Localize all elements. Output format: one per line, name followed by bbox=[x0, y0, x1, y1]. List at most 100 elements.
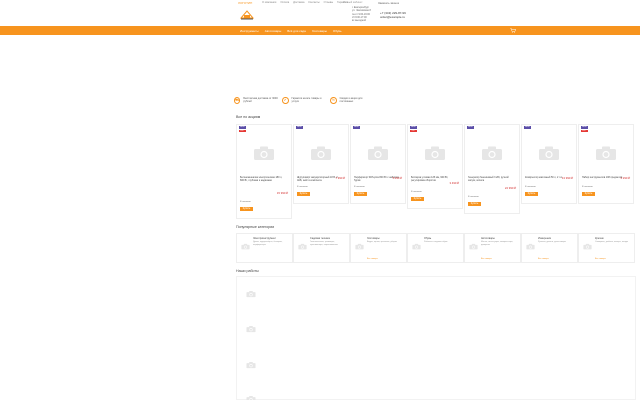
nav-item[interactable]: Хозтовары bbox=[312, 29, 327, 33]
product-image[interactable] bbox=[367, 145, 389, 161]
email-link[interactable]: order@example.ru bbox=[380, 15, 406, 20]
product-card[interactable]: NEW -5% Бетономешалка электрическая 180 л,… bbox=[236, 124, 292, 219]
logo-small-text[interactable]: ЛОГОТИП bbox=[238, 1, 252, 5]
category-image bbox=[526, 243, 535, 250]
feature-item: ✔ Гарантия на все товары и услуги bbox=[282, 95, 326, 105]
top-link[interactable]: Отзывы bbox=[324, 1, 334, 4]
product-image[interactable] bbox=[595, 145, 617, 161]
top-links: О компании Оплата Доставка Контакты Отзы… bbox=[262, 1, 348, 4]
feature-text: Скидки и акции для постоянных bbox=[339, 97, 363, 103]
buy-button[interactable]: Купить bbox=[468, 202, 481, 206]
category-title[interactable]: Электроинструмент bbox=[253, 237, 276, 240]
new-badge: NEW bbox=[410, 126, 417, 129]
product-name[interactable]: Генератор бензиновый 3 кВт, ручной запус… bbox=[468, 176, 513, 183]
product-name[interactable]: Бетономешалка электрическая 180 л, 800 В… bbox=[240, 176, 285, 183]
category-more-link[interactable]: Все товары bbox=[367, 258, 378, 260]
feature-item: % Скидки и акции для постоянных bbox=[330, 95, 374, 105]
nav-item[interactable]: Автотовары bbox=[265, 29, 282, 33]
logo-icon[interactable] bbox=[240, 9, 254, 20]
product-card[interactable]: NEW Генератор бензиновый 3 кВт, ручной за… bbox=[464, 124, 520, 214]
category-title[interactable]: Садовая техника bbox=[310, 237, 330, 240]
product-price: 15 990 ₽ bbox=[276, 191, 288, 195]
badges: NEW -9% bbox=[581, 126, 588, 133]
nav-item[interactable]: Обувь bbox=[333, 29, 342, 33]
cabinet-link[interactable]: Личный кабинет bbox=[343, 1, 363, 4]
product-list: NEW -5% Бетономешалка электрическая 180 л,… bbox=[236, 124, 634, 219]
buy-button[interactable]: Купить bbox=[411, 197, 424, 201]
category-title[interactable]: Измерения bbox=[538, 237, 551, 240]
category-card[interactable]: Хозтовары Ведра, щетки, хранение, уборка В… bbox=[350, 233, 407, 263]
category-subitems[interactable]: Газонокосилки, триммеры, культиваторы, о… bbox=[310, 241, 348, 246]
sale-badge: -7% bbox=[410, 129, 417, 133]
category-title[interactable]: Крепеж bbox=[595, 237, 604, 240]
product-card[interactable]: NEW Компрессор масляный 50 л, 2 л.с. 13 99… bbox=[521, 124, 577, 204]
nav-item[interactable]: Инструменты bbox=[240, 29, 259, 33]
category-subitems[interactable]: Рабочая и садовая обувь bbox=[424, 241, 462, 244]
badges: NEW bbox=[524, 126, 531, 129]
product-card[interactable]: NEW Шуруповёрт аккумуляторный 18 В, 2 АКБ… bbox=[293, 124, 349, 204]
category-subitems[interactable]: Рулетки, уровни, дальномеры bbox=[538, 241, 576, 244]
category-title[interactable]: Автотовары bbox=[481, 237, 495, 240]
work-photo[interactable] bbox=[246, 395, 256, 400]
buy-button[interactable]: Купить bbox=[354, 192, 367, 196]
category-title[interactable]: Хозтовары bbox=[367, 237, 380, 240]
category-card[interactable]: Обувь Рабочая и садовая обувь bbox=[407, 233, 464, 263]
category-card[interactable]: Крепеж Саморезы, дюбели, анкеры, гвозди Вс… bbox=[578, 233, 635, 263]
header: ЛОГОТИП О компании Оплата Доставка Конта… bbox=[0, 0, 640, 26]
category-card[interactable]: Автотовары Масла, аксессуары, компрессоры… bbox=[464, 233, 521, 263]
category-title[interactable]: Обувь bbox=[424, 237, 431, 240]
product-image[interactable] bbox=[481, 145, 503, 161]
sale-badge: -5% bbox=[239, 129, 246, 133]
product-price: 3 490 ₽ bbox=[449, 181, 459, 185]
product-image[interactable] bbox=[424, 145, 446, 161]
product-image[interactable] bbox=[538, 145, 560, 161]
badges: NEW -7% bbox=[410, 126, 417, 133]
top-link[interactable]: Оплата bbox=[280, 1, 289, 4]
buy-button[interactable]: Купить bbox=[582, 192, 595, 196]
product-card[interactable]: NEW Перфоратор SDS-plus 800 Вт с набором … bbox=[350, 124, 406, 204]
nav-item[interactable]: Всё для сада bbox=[287, 29, 306, 33]
new-badge: NEW bbox=[524, 126, 531, 129]
badges: NEW bbox=[353, 126, 360, 129]
category-card[interactable]: Измерения Рулетки, уровни, дальномеры Все … bbox=[521, 233, 578, 263]
availability-text: В наличии bbox=[411, 191, 422, 193]
category-more-link[interactable]: Все товары bbox=[481, 258, 492, 260]
work-photo[interactable] bbox=[246, 325, 256, 333]
category-subitems[interactable]: Ведра, щетки, хранение, уборка bbox=[367, 241, 405, 244]
category-subitems[interactable]: Дрели, шуруповёрты, болгарки, перфоратор… bbox=[253, 241, 291, 246]
category-list: Электроинструмент Дрели, шуруповёрты, бол… bbox=[236, 233, 635, 263]
work-photo[interactable] bbox=[246, 290, 256, 298]
work-photo[interactable] bbox=[246, 361, 256, 369]
main-nav: Инструменты Автотовары Всё для сада Хозт… bbox=[0, 26, 640, 35]
category-card[interactable]: Электроинструмент Дрели, шуруповёрты, бол… bbox=[236, 233, 293, 263]
availability-text: В наличии bbox=[582, 186, 593, 188]
category-card[interactable]: Садовая техника Газонокосилки, триммеры, … bbox=[293, 233, 350, 263]
product-card[interactable]: NEW -7% Болгарка угловая 125 мм, 900 Вт, р… bbox=[407, 124, 463, 209]
truck-icon: ⛟ bbox=[234, 96, 241, 104]
product-image[interactable] bbox=[253, 145, 275, 161]
category-subitems[interactable]: Саморезы, дюбели, анкеры, гвозди bbox=[595, 241, 633, 244]
percent-icon: % bbox=[330, 96, 337, 104]
top-link[interactable]: Доставка bbox=[293, 1, 304, 4]
section-title-works: Наши работы bbox=[236, 269, 259, 273]
buy-button[interactable]: Купить bbox=[297, 192, 310, 196]
buy-button[interactable]: Купить bbox=[525, 192, 538, 196]
features-row: ⛟ Бесплатная доставка от 3000 рублей ✔ Г… bbox=[234, 95, 374, 105]
product-card[interactable]: NEW -9% Набор инструментов 108 предметов 4 … bbox=[578, 124, 634, 204]
callback-link[interactable]: Заказать звонок bbox=[378, 1, 399, 5]
top-link[interactable]: Контакты bbox=[308, 1, 319, 4]
product-image[interactable] bbox=[310, 145, 332, 161]
category-image bbox=[583, 243, 592, 250]
category-more-link[interactable]: Все товары bbox=[595, 258, 606, 260]
category-subitems[interactable]: Масла, аксессуары, компрессоры, домкраты bbox=[481, 241, 519, 246]
shield-icon: ✔ bbox=[282, 96, 289, 104]
category-image bbox=[241, 243, 250, 250]
top-link[interactable]: О компании bbox=[262, 1, 276, 4]
buy-button[interactable]: Купить bbox=[240, 207, 253, 211]
address-block: г. Екатеринбург ул. Чкаловская 8 пн-пт 9… bbox=[352, 6, 374, 22]
cart-icon[interactable] bbox=[510, 28, 516, 33]
badges: NEW bbox=[467, 126, 474, 129]
category-image bbox=[298, 243, 307, 250]
category-more-link[interactable]: Все товары bbox=[538, 258, 549, 260]
feature-text: Бесплатная доставка от 3000 рублей bbox=[243, 97, 278, 103]
